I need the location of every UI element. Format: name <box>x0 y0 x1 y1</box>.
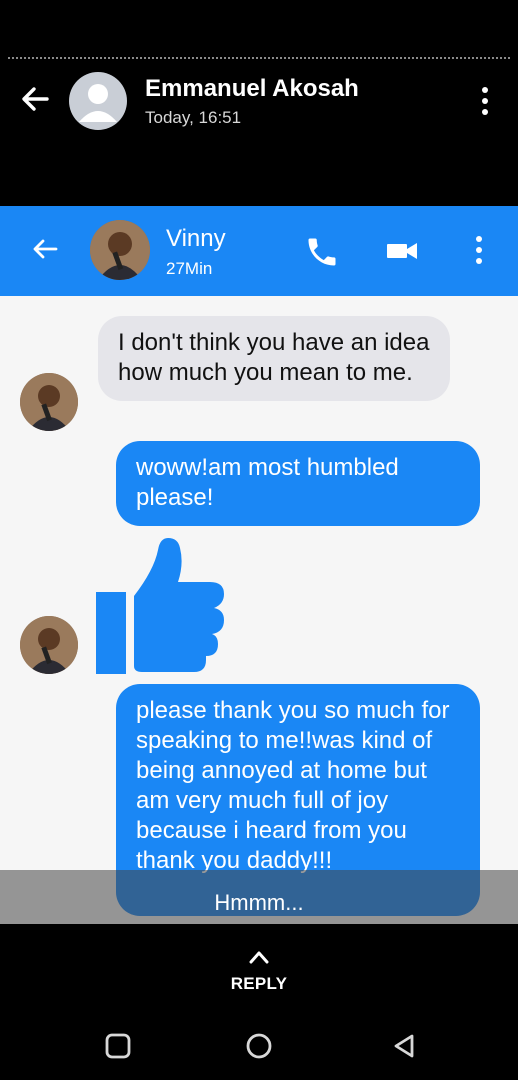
contact-name: Vinny <box>166 225 226 252</box>
more-vertical-icon[interactable] <box>474 84 496 118</box>
more-vertical-icon <box>476 236 482 264</box>
back-arrow-icon <box>33 239 58 259</box>
top-dotted-border <box>8 57 510 59</box>
phone-icon <box>308 238 336 266</box>
back-triangle-icon[interactable] <box>388 1030 420 1062</box>
sender-name: Emmanuel Akosah <box>145 75 359 102</box>
sender-avatar[interactable] <box>69 72 127 130</box>
incoming-message: I don't think you have an idea how much … <box>98 316 450 401</box>
video-camera-icon <box>387 243 417 259</box>
system-navigation-bar <box>0 1010 518 1080</box>
contact-avatar <box>90 220 150 280</box>
back-arrow-icon[interactable] <box>18 82 52 116</box>
contact-avatar-small <box>20 616 78 674</box>
reply-button[interactable]: REPLY <box>0 974 518 994</box>
contact-avatar-small <box>20 373 78 431</box>
default-person-icon <box>79 84 117 122</box>
status-timestamp: Today, 16:51 <box>145 108 242 127</box>
status-viewer-header: Emmanuel Akosah Today, 16:51 <box>0 60 518 206</box>
chat-header: Vinny 27Min <box>0 206 518 296</box>
recent-apps-icon[interactable] <box>102 1030 134 1062</box>
outgoing-message: woww!am most humbled please! <box>116 441 480 526</box>
contact-status: 27Min <box>166 259 213 278</box>
status-caption: Hmmm... <box>214 890 304 915</box>
home-icon[interactable] <box>243 1030 275 1062</box>
chat-screenshot: Vinny 27Min I don't think you have an id… <box>0 206 518 924</box>
reply-area[interactable]: REPLY <box>0 924 518 1010</box>
chevron-up-icon[interactable] <box>246 948 272 966</box>
thumbs-up-icon <box>96 538 224 674</box>
